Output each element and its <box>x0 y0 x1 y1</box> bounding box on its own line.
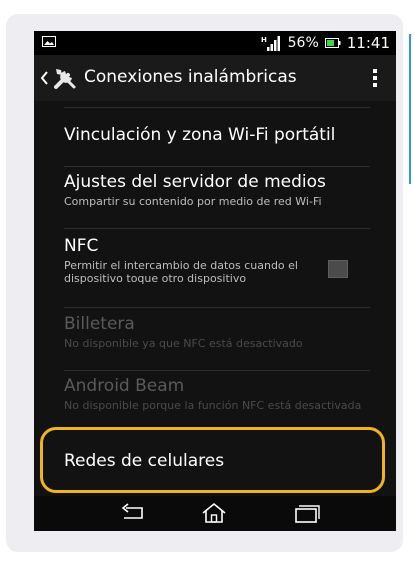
status-bar: H 56% 11:41 <box>34 31 396 55</box>
accent-line <box>409 34 411 184</box>
clock: 11:41 <box>346 34 390 52</box>
home-icon[interactable] <box>200 502 228 524</box>
item-title: Billetera <box>64 314 135 334</box>
item-title: NFC <box>64 236 99 256</box>
signal-badge: H <box>261 36 267 44</box>
divider <box>64 166 370 167</box>
gallery-icon <box>42 36 56 47</box>
list-item: Android Beam No disponible porque la fun… <box>64 376 374 412</box>
overflow-menu-icon[interactable] <box>372 68 378 88</box>
divider <box>64 370 370 371</box>
battery-percent: 56% <box>287 35 319 51</box>
divider <box>64 228 370 229</box>
item-subtitle: No disponible ya que NFC está desactivad… <box>64 337 303 350</box>
list-item[interactable]: Ajustes del servidor de medios Compartir… <box>64 172 374 208</box>
item-title: Vinculación y zona Wi-Fi portátil <box>64 125 336 145</box>
item-title: Ajustes del servidor de medios <box>64 172 326 192</box>
back-chevron-icon[interactable] <box>40 70 49 86</box>
divider <box>64 307 370 308</box>
item-subtitle: Permitir el intercambio de datos cuando … <box>64 259 298 285</box>
back-icon[interactable] <box>118 502 146 524</box>
item-subtitle: No disponible porque la función NFC está… <box>64 399 362 412</box>
list-item: Billetera No disponible ya que NFC está … <box>64 314 374 350</box>
recent-apps-icon[interactable] <box>292 502 320 524</box>
navigation-bar <box>34 496 396 531</box>
page-title: Conexiones inalámbricas <box>84 67 297 87</box>
action-bar: Conexiones inalámbricas <box>34 55 396 101</box>
divider <box>64 107 370 108</box>
item-title: Android Beam <box>64 376 185 396</box>
nfc-checkbox[interactable] <box>328 260 348 278</box>
list-item[interactable]: Vinculación y zona Wi-Fi portátil <box>64 125 374 145</box>
signal-icon: H <box>261 36 280 51</box>
item-subtitle: Compartir su contenido por medio de red … <box>64 195 322 208</box>
highlight-outline <box>40 427 385 493</box>
tools-icon[interactable] <box>52 65 78 91</box>
battery-icon <box>324 38 341 48</box>
